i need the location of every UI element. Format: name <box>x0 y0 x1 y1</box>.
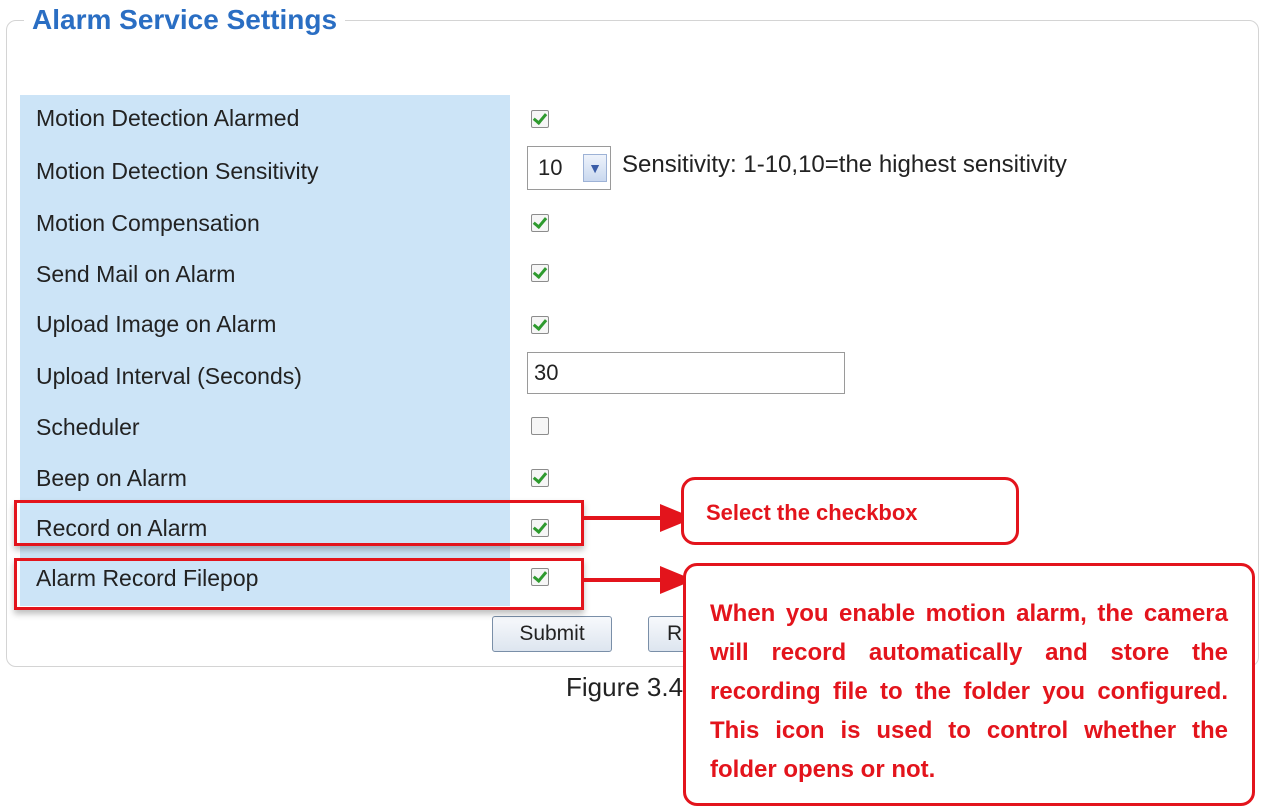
label-motion-detection-sensitivity: Motion Detection Sensitivity <box>36 158 319 184</box>
label-motion-compensation: Motion Compensation <box>36 210 260 236</box>
panel-title: Alarm Service Settings <box>24 0 346 40</box>
submit-button[interactable]: Submit <box>492 616 612 652</box>
highlight-record-on-alarm <box>14 500 584 546</box>
sensitivity-select[interactable]: 10 ▼ <box>527 146 611 190</box>
callout-explanation: When you enable motion alarm, the camera… <box>683 563 1255 806</box>
scheduler-checkbox[interactable] <box>531 417 549 435</box>
beep-on-alarm-checkbox[interactable] <box>531 469 549 487</box>
upload-image-on-alarm-checkbox[interactable] <box>531 316 549 334</box>
label-beep-on-alarm: Beep on Alarm <box>36 465 187 491</box>
sensitivity-hint: Sensitivity: 1-10,10=the highest sensiti… <box>622 151 1067 178</box>
arrow-line-1 <box>584 516 664 520</box>
motion-detection-alarmed-checkbox[interactable] <box>531 110 549 128</box>
chevron-down-icon: ▼ <box>583 154 607 182</box>
label-scheduler: Scheduler <box>36 414 140 440</box>
callout-select-checkbox: Select the checkbox <box>681 477 1019 545</box>
label-upload-interval: Upload Interval (Seconds) <box>36 363 302 389</box>
label-upload-image-on-alarm: Upload Image on Alarm <box>36 311 277 337</box>
send-mail-on-alarm-checkbox[interactable] <box>531 264 549 282</box>
figure-caption: Figure 3.4 <box>566 672 684 702</box>
arrow-line-2 <box>584 578 664 582</box>
highlight-alarm-record-filepop <box>14 558 584 610</box>
label-send-mail-on-alarm: Send Mail on Alarm <box>36 261 236 287</box>
label-motion-detection-alarmed: Motion Detection Alarmed <box>36 105 300 131</box>
upload-interval-input[interactable] <box>527 352 845 394</box>
motion-compensation-checkbox[interactable] <box>531 214 549 232</box>
sensitivity-value: 10 <box>538 155 563 180</box>
